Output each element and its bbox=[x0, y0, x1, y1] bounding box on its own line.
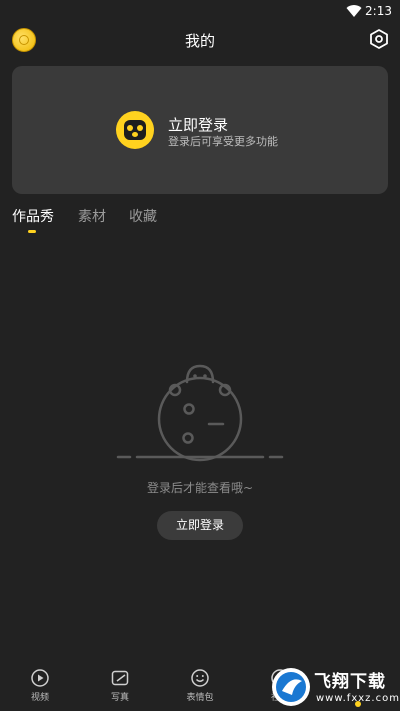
play-circle-icon bbox=[31, 669, 49, 687]
status-time: 2:13 bbox=[365, 4, 392, 18]
smiley-icon bbox=[191, 669, 209, 687]
watermark-badge-icon bbox=[272, 668, 310, 706]
empty-state-message: 登录后才能查看哦~ bbox=[146, 481, 254, 495]
page-title: 我的 bbox=[184, 32, 215, 50]
login-subtitle: 登录后可享受更多功能 bbox=[168, 135, 278, 148]
tab-works[interactable]: 作品秀 bbox=[12, 206, 54, 226]
login-card[interactable]: 立即登录 登录后可享受更多功能 bbox=[12, 66, 388, 194]
tab-indicator bbox=[28, 230, 36, 233]
nav-item-photo[interactable]: 写真 bbox=[90, 668, 150, 703]
nav-item-stickers[interactable]: 表情包 bbox=[170, 668, 230, 703]
login-button[interactable]: 立即登录 bbox=[157, 511, 243, 540]
nav-label-video: 视频 bbox=[30, 693, 49, 703]
watermark-text: 飞翔下载 bbox=[314, 672, 386, 692]
empty-state-illustration bbox=[116, 364, 284, 462]
tab-materials[interactable]: 素材 bbox=[78, 206, 106, 226]
settings-icon[interactable] bbox=[368, 28, 390, 50]
content-tabs: 作品秀 素材 收藏 bbox=[0, 206, 400, 236]
nav-label-photo: 写真 bbox=[110, 693, 129, 703]
nav-label-stickers: 表情包 bbox=[186, 693, 214, 703]
top-bar: 我的 bbox=[0, 24, 400, 58]
photo-icon bbox=[111, 670, 129, 686]
status-bar: 2:13 bbox=[0, 0, 400, 24]
watermark-url: www.fxxz.com bbox=[316, 693, 400, 704]
avatar bbox=[116, 111, 154, 149]
tab-favorites[interactable]: 收藏 bbox=[129, 206, 157, 226]
wifi-icon bbox=[346, 5, 362, 18]
nav-item-video[interactable]: 视频 bbox=[10, 668, 70, 703]
watermark-logo: 飞翔下载 www.fxxz.com bbox=[270, 664, 400, 710]
login-title: 立即登录 bbox=[168, 116, 229, 134]
